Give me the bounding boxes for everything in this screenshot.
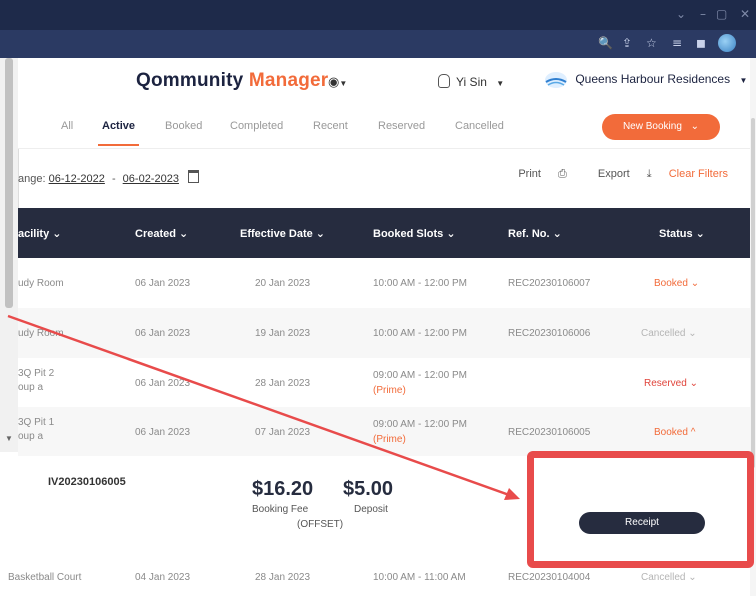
annotation-arrow bbox=[7, 314, 520, 500]
